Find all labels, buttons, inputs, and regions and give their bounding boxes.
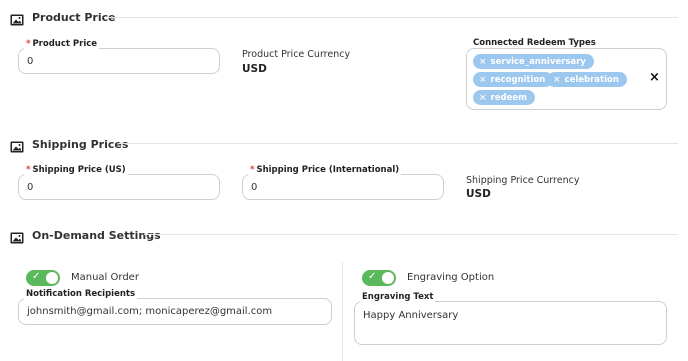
chip-remove-icon[interactable]: × <box>479 57 487 67</box>
chip-redeem[interactable]: × redeem <box>473 90 535 105</box>
shipping-price-us-value: 0 <box>27 182 34 193</box>
check-icon: ✓ <box>368 271 377 282</box>
engraving-option-toggle[interactable]: ✓ <box>362 270 396 286</box>
clear-selection-icon[interactable]: × <box>649 70 660 85</box>
chip-remove-icon[interactable]: × <box>479 93 487 103</box>
chip-remove-icon[interactable]: × <box>553 75 561 85</box>
check-icon: ✓ <box>32 271 41 282</box>
notification-recipients-input[interactable]: johnsmith@gmail.com; monicaperez@gmail.c… <box>18 298 332 325</box>
chip-remove-icon[interactable]: × <box>479 75 487 85</box>
toggle-knob <box>46 272 58 284</box>
image-icon <box>10 138 24 153</box>
section-header-on-demand: On-Demand Settings <box>10 226 161 244</box>
shipping-price-currency-value: USD <box>466 188 491 200</box>
product-price-value: 0 <box>27 56 34 67</box>
toggle-knob <box>382 272 394 284</box>
shipping-price-intl-label: * Shipping Price (International) <box>248 165 402 175</box>
section-divider <box>144 234 678 235</box>
image-icon <box>10 229 24 244</box>
section-divider <box>118 143 678 144</box>
shipping-price-us-label: * Shipping Price (US) <box>24 165 128 175</box>
chip-service-anniversary[interactable]: × service_anniversary <box>473 54 594 69</box>
section-title: Shipping Prices <box>32 137 129 151</box>
redeem-types-label: Connected Redeem Types <box>471 38 598 48</box>
product-price-input[interactable]: 0 <box>18 48 220 74</box>
section-divider <box>108 17 678 18</box>
engraving-text-label: Engraving Text <box>360 292 436 302</box>
product-price-label: * Product Price <box>24 39 100 49</box>
manual-order-label: Manual Order <box>71 272 139 283</box>
engraving-option-label: Engraving Option <box>407 272 495 283</box>
section-title: Product Price <box>32 10 116 24</box>
notification-recipients-label: Notification Recipients <box>24 289 138 299</box>
manual-order-toggle[interactable]: ✓ <box>26 270 60 286</box>
engraving-text-input[interactable]: Happy Anniversary <box>354 301 667 345</box>
image-icon <box>10 11 24 26</box>
product-price-currency-label: Product Price Currency <box>242 49 351 60</box>
notification-recipients-value: johnsmith@gmail.com; monicaperez@gmail.c… <box>27 306 273 317</box>
shipping-price-us-input[interactable]: 0 <box>18 174 220 200</box>
section-title: On-Demand Settings <box>32 228 161 242</box>
engraving-text-value: Happy Anniversary <box>363 310 459 321</box>
product-price-currency-value: USD <box>242 63 267 75</box>
column-divider <box>342 262 343 361</box>
shipping-price-intl-value: 0 <box>251 182 258 193</box>
shipping-price-intl-input[interactable]: 0 <box>242 174 444 200</box>
section-header-product-price: Product Price <box>10 8 116 26</box>
chip-recognition[interactable]: × recognition <box>473 72 554 87</box>
shipping-price-currency-label: Shipping Price Currency <box>466 175 580 186</box>
chip-celebration[interactable]: × celebration <box>547 72 627 87</box>
section-header-shipping-prices: Shipping Prices <box>10 135 128 153</box>
